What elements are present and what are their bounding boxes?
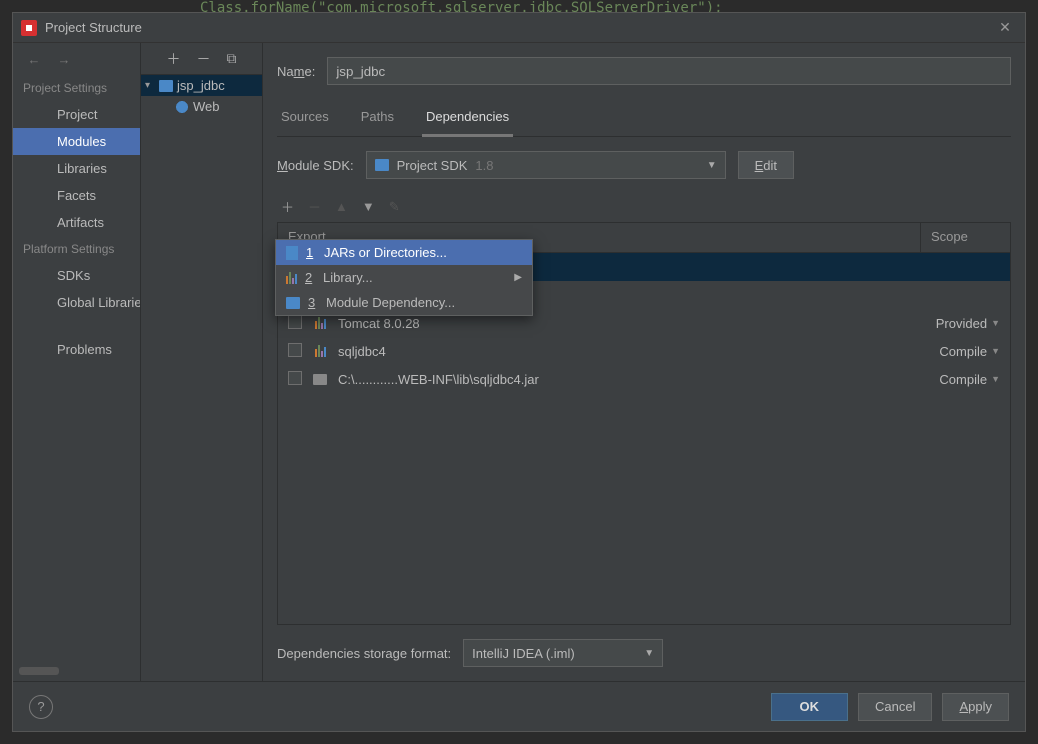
project-structure-dialog: Project Structure ✕ ← → Project Settings… <box>12 12 1026 732</box>
menu-label: Module Dependency... <box>326 295 455 310</box>
storage-value: IntelliJ IDEA (.iml) <box>472 646 575 661</box>
module-tree-panel: ＋ － ⧉ ▾ jsp_jdbc Web <box>141 43 263 681</box>
tree-node-label: Web <box>193 99 220 114</box>
dep-scope[interactable]: Provided▼ <box>920 316 1000 331</box>
apply-button[interactable]: Apply <box>942 693 1009 721</box>
left-nav: ← → Project Settings Project Modules Lib… <box>13 43 141 681</box>
app-icon <box>21 20 37 36</box>
folder-icon <box>313 374 327 385</box>
menu-jars-or-directories[interactable]: 1 JARs or Directories... <box>276 240 532 265</box>
folder-icon <box>375 159 389 171</box>
sdk-value: Project SDK <box>397 158 468 173</box>
move-down-icon[interactable]: ▼ <box>362 199 375 214</box>
tree-node-module[interactable]: ▾ jsp_jdbc <box>141 75 262 96</box>
remove-module-icon[interactable]: － <box>197 49 211 69</box>
nav-project[interactable]: Project <box>13 101 140 128</box>
cancel-button[interactable]: Cancel <box>858 693 932 721</box>
add-dependency-menu: 1 JARs or Directories... 2 Library... ▶ … <box>275 239 533 316</box>
library-icon <box>315 345 326 357</box>
nav-heading-project-settings: Project Settings <box>13 75 140 101</box>
menu-label: JARs or Directories... <box>324 245 447 260</box>
help-button[interactable]: ? <box>29 695 53 719</box>
module-sdk-label: Module SDK: <box>277 158 354 173</box>
dep-toolbar: ＋ － ▲ ▼ ✎ <box>277 191 1011 222</box>
scrollbar[interactable] <box>19 667 59 675</box>
ok-button[interactable]: OK <box>771 693 849 721</box>
storage-format-label: Dependencies storage format: <box>277 646 451 661</box>
nav-modules[interactable]: Modules <box>13 128 140 155</box>
module-folder-icon <box>159 80 173 92</box>
library-icon <box>315 317 326 329</box>
chevron-down-icon[interactable]: ▾ <box>145 80 155 91</box>
chevron-down-icon: ▼ <box>707 160 717 171</box>
nav-back-icon[interactable]: ← <box>25 52 43 67</box>
tree-node-web[interactable]: Web <box>141 96 262 117</box>
table-row[interactable]: C:\............WEB-INF\lib\sqljdbc4.jar … <box>278 365 1010 393</box>
add-dep-icon[interactable]: ＋ <box>281 197 294 216</box>
module-sdk-combo[interactable]: Project SDK 1.8 ▼ <box>366 151 726 179</box>
nav-heading-platform-settings: Platform Settings <box>13 236 140 262</box>
dialog-title: Project Structure <box>45 20 993 35</box>
tree-node-label: jsp_jdbc <box>177 78 225 93</box>
nav-problems[interactable]: Problems <box>13 336 140 363</box>
nav-sdks[interactable]: SDKs <box>13 262 140 289</box>
remove-dep-icon[interactable]: － <box>308 197 321 216</box>
export-checkbox[interactable] <box>288 315 302 329</box>
edit-sdk-button[interactable]: Edit <box>738 151 794 179</box>
dep-name: C:\............WEB-INF\lib\sqljdbc4.jar <box>338 372 910 387</box>
move-up-icon[interactable]: ▲ <box>335 199 348 214</box>
chevron-down-icon: ▼ <box>644 648 654 659</box>
nav-libraries[interactable]: Libraries <box>13 155 140 182</box>
module-name-input[interactable] <box>327 57 1011 85</box>
dialog-footer: ? OK Cancel Apply <box>13 681 1025 731</box>
menu-label: Library... <box>323 270 373 285</box>
dep-scope[interactable]: Compile▼ <box>920 372 1000 387</box>
menu-module-dependency[interactable]: 3 Module Dependency... <box>276 290 532 315</box>
table-row[interactable]: sqljdbc4 Compile▼ <box>278 337 1010 365</box>
jar-icon <box>286 246 298 260</box>
tab-sources[interactable]: Sources <box>277 101 333 136</box>
dep-name: Tomcat 8.0.28 <box>338 316 910 331</box>
tab-paths[interactable]: Paths <box>357 101 398 136</box>
dep-scope[interactable]: Compile▼ <box>920 344 1000 359</box>
close-icon[interactable]: ✕ <box>993 19 1017 36</box>
edit-dep-icon[interactable]: ✎ <box>389 199 400 215</box>
module-icon <box>286 297 300 309</box>
web-icon <box>175 100 189 114</box>
col-scope: Scope <box>920 223 1010 252</box>
name-label: Name: <box>277 64 315 79</box>
nav-global-libraries[interactable]: Global Libraries <box>13 289 140 316</box>
export-checkbox[interactable] <box>288 371 302 385</box>
copy-module-icon[interactable]: ⧉ <box>227 50 237 67</box>
library-icon <box>286 272 297 284</box>
storage-format-combo[interactable]: IntelliJ IDEA (.iml) ▼ <box>463 639 663 667</box>
chevron-right-icon: ▶ <box>514 272 522 283</box>
titlebar: Project Structure ✕ <box>13 13 1025 43</box>
nav-artifacts[interactable]: Artifacts <box>13 209 140 236</box>
menu-library[interactable]: 2 Library... ▶ <box>276 265 532 290</box>
sdk-version: 1.8 <box>475 158 493 173</box>
right-panel: Name: Sources Paths Dependencies Module … <box>263 43 1025 681</box>
dep-name: sqljdbc4 <box>338 344 910 359</box>
add-module-icon[interactable]: ＋ <box>167 49 181 69</box>
nav-forward-icon[interactable]: → <box>55 52 73 67</box>
nav-facets[interactable]: Facets <box>13 182 140 209</box>
tab-dependencies[interactable]: Dependencies <box>422 101 513 137</box>
export-checkbox[interactable] <box>288 343 302 357</box>
